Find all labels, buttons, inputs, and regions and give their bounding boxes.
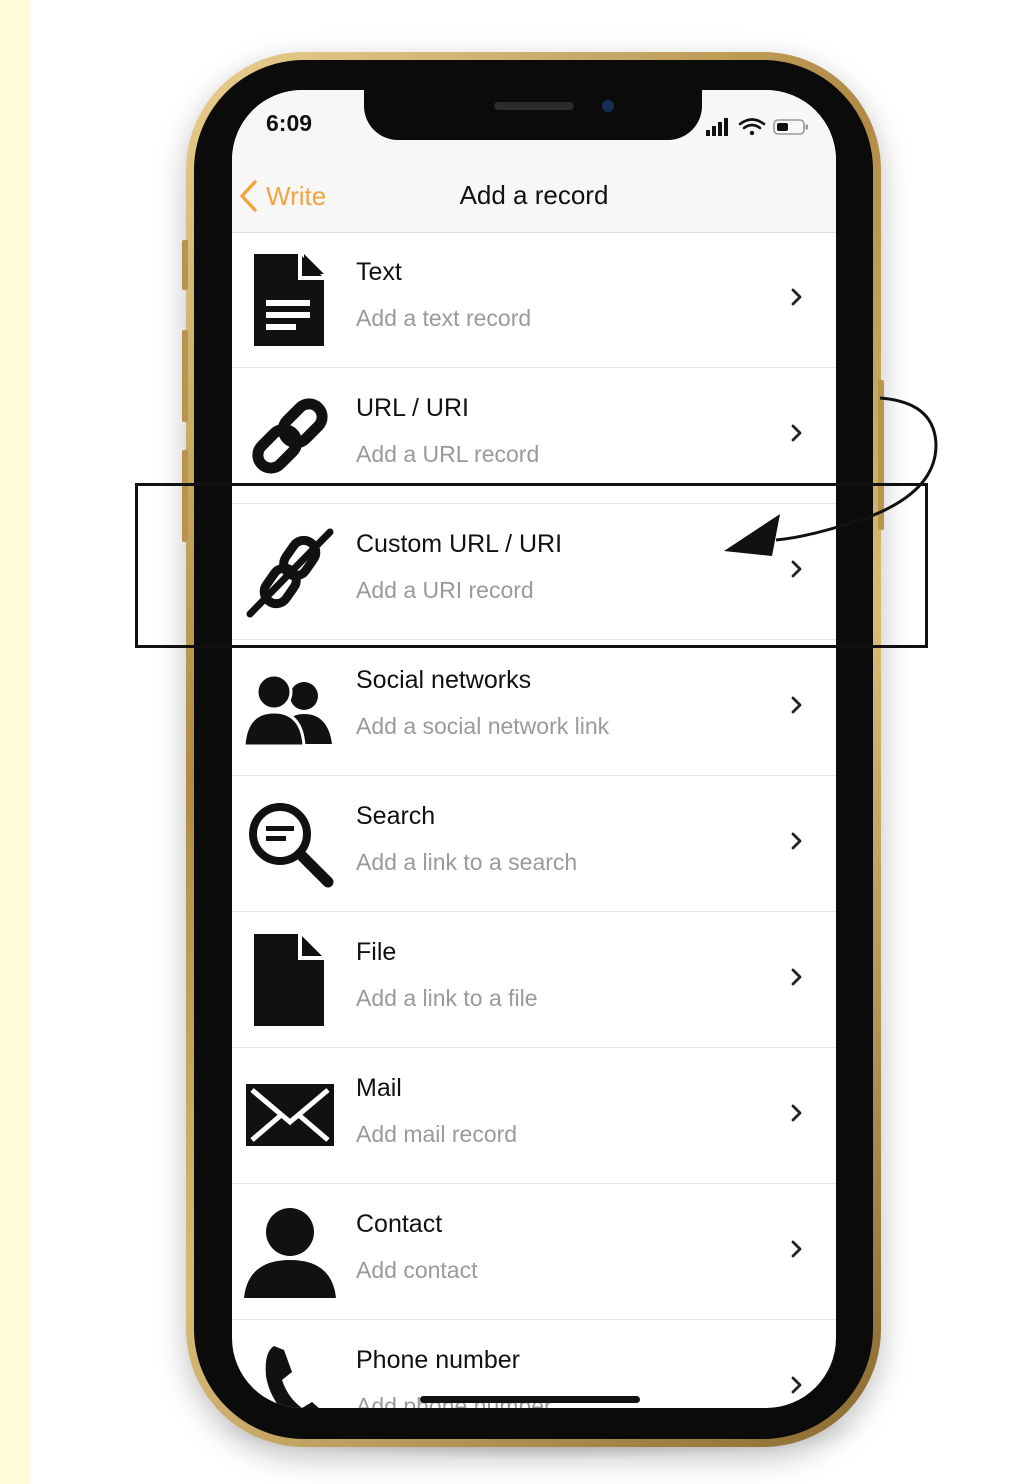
chevron-right-icon [791,288,802,306]
record-row-search[interactable]: Search Add a link to a search [232,776,836,912]
speaker-grille [494,102,574,110]
record-title: Text [356,258,402,286]
chevron-right-icon [791,1104,802,1122]
record-title: Search [356,802,436,830]
chevron-right-icon [791,696,802,714]
record-subtitle: Add a link to a file [356,985,538,1011]
people-icon [244,673,332,748]
file-icon [254,934,324,1026]
record-subtitle: Add mail record [356,1121,518,1147]
search-icon [249,803,334,888]
record-row-text[interactable]: Text Add a text record [232,232,836,368]
status-icons [706,118,808,136]
phone-screen: 6:09 Write Add a record Text Add a text … [232,90,836,1408]
record-row-mail[interactable]: Mail Add mail record [232,1048,836,1184]
contact-icon [244,1208,336,1298]
phone-icon [245,1346,319,1408]
home-indicator [420,1396,640,1403]
record-title: File [356,938,397,966]
record-row-social[interactable]: Social networks Add a social network lin… [232,640,836,776]
document-text-icon [254,254,324,346]
battery-icon [773,119,808,135]
chevron-right-icon [791,968,802,986]
record-subtitle: Add a URL record [356,441,540,467]
chevron-right-icon [791,832,802,850]
volume-up-button [182,330,188,422]
chevron-right-icon [791,1240,802,1258]
silent-switch [182,240,188,290]
front-camera [602,100,614,112]
link-icon [252,398,328,474]
wifi-icon [738,118,766,136]
record-type-list: Text Add a text record URL / URI Add a U… [232,232,836,1408]
record-subtitle: Add a link to a search [356,849,578,875]
record-title: URL / URI [356,394,469,422]
record-title: Phone number [356,1346,521,1374]
record-subtitle: Add a text record [356,305,532,331]
notch [364,90,702,140]
record-row-contact[interactable]: Contact Add contact [232,1184,836,1320]
mail-icon [246,1084,334,1146]
annotation-highlight-box [135,483,928,648]
record-title: Contact [356,1210,443,1238]
status-time: 6:09 [266,110,313,136]
record-subtitle: Add a social network link [356,713,610,739]
record-title: Social networks [356,666,532,694]
chevron-right-icon [791,424,802,442]
cellular-signal-icon [706,118,728,136]
record-title: Mail [356,1074,402,1102]
record-row-phone[interactable]: Phone number Add phone number [232,1320,836,1408]
record-subtitle: Add contact [356,1257,478,1283]
chevron-right-icon [791,1376,802,1394]
record-row-file[interactable]: File Add a link to a file [232,912,836,1048]
page-title: Add a record [459,180,609,210]
status-bar: 6:09 [232,90,836,160]
navigation-bar: Write Add a record [232,160,836,233]
